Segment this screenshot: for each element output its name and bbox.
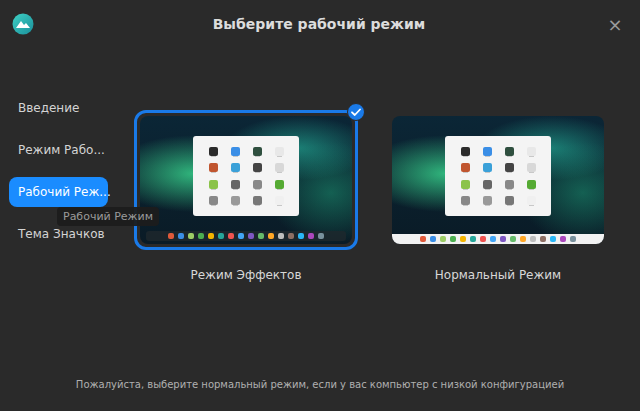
- dock-app-icon: [430, 236, 436, 242]
- app-icon: [505, 163, 514, 172]
- sidebar: Введение Режим Рабо... Рабочий Реж...Рабоч…: [0, 48, 120, 379]
- footer-hint: Пожалуйста, выберите нормальный режим, е…: [0, 379, 640, 411]
- app-icon: [527, 196, 536, 205]
- dock-app-icon: [420, 236, 426, 242]
- taskbar: [392, 234, 604, 244]
- dock-app-icon: [178, 233, 184, 239]
- mode-option[interactable]: Режим Эффектов: [134, 110, 358, 379]
- sidebar-item[interactable]: Введение: [9, 93, 108, 123]
- app-icon: [461, 196, 470, 205]
- dock-app-icon: [258, 233, 264, 239]
- sidebar-item[interactable]: Режим Рабо...: [9, 135, 108, 165]
- desktop-preview: [140, 116, 352, 244]
- dock-app-icon: [228, 233, 234, 239]
- app-icon: [527, 147, 536, 156]
- mode-card[interactable]: [134, 110, 358, 250]
- app-icon: [527, 163, 536, 172]
- dock-app-icon: [298, 233, 304, 239]
- dialog-title: Выберите рабочий режим: [42, 16, 596, 32]
- app-icon: [461, 163, 470, 172]
- mode-options: Режим Эффектов Нормальный Режим: [120, 48, 640, 379]
- sidebar-item[interactable]: Рабочий Реж...Рабочий Режим: [9, 177, 108, 207]
- app-icon: [505, 180, 514, 189]
- deepin-logo-icon: [12, 13, 34, 35]
- dock-app-icon: [470, 236, 476, 242]
- header: Выберите рабочий режим ×: [0, 0, 640, 48]
- dock-app-icon: [188, 233, 194, 239]
- launcher-window: [193, 136, 299, 216]
- app-icon: [231, 163, 240, 172]
- dock-app-icon: [550, 236, 556, 242]
- dock-app-icon: [520, 236, 526, 242]
- tooltip: Рабочий Режим: [57, 207, 159, 226]
- dock-app-icon: [510, 236, 516, 242]
- app-icon: [483, 147, 492, 156]
- app-icon: [505, 147, 514, 156]
- app-icon: [253, 163, 262, 172]
- app-icon: [483, 163, 492, 172]
- dock-app-icon: [570, 236, 576, 242]
- dock-app-icon: [198, 233, 204, 239]
- app-icon: [209, 147, 218, 156]
- app-icon: [253, 147, 262, 156]
- app-icon: [253, 196, 262, 205]
- checkmark-icon: [347, 103, 365, 121]
- taskbar: [146, 231, 345, 241]
- dock-app-icon: [288, 233, 294, 239]
- app-icon: [483, 196, 492, 205]
- app-icon: [275, 196, 284, 205]
- app-icon: [461, 147, 470, 156]
- app-icon: [527, 180, 536, 189]
- dock-app-icon: [218, 233, 224, 239]
- app-icon: [231, 180, 240, 189]
- mode-label: Нормальный Режим: [435, 268, 561, 282]
- dock-app-icon: [278, 233, 284, 239]
- app-icon: [209, 196, 218, 205]
- mode-card[interactable]: [386, 110, 610, 250]
- dock-app-icon: [450, 236, 456, 242]
- app-icon: [461, 180, 470, 189]
- dock-app-icon: [560, 236, 566, 242]
- dialog-body: Введение Режим Рабо... Рабочий Реж...Рабоч…: [0, 48, 640, 379]
- dock-app-icon: [268, 233, 274, 239]
- dock-app-icon: [208, 233, 214, 239]
- dock-app-icon: [440, 236, 446, 242]
- app-icon: [483, 180, 492, 189]
- dock-app-icon: [530, 236, 536, 242]
- app-icon: [231, 147, 240, 156]
- dock-app-icon: [490, 236, 496, 242]
- app-icon: [253, 180, 262, 189]
- dock-app-icon: [238, 233, 244, 239]
- dock-app-icon: [248, 233, 254, 239]
- app-icon: [275, 180, 284, 189]
- mode-option[interactable]: Нормальный Режим: [386, 110, 610, 379]
- app-icon: [505, 196, 514, 205]
- dock-app-icon: [460, 236, 466, 242]
- dock-app-icon: [308, 233, 314, 239]
- launcher-window: [445, 136, 551, 216]
- desktop-preview: [392, 116, 604, 244]
- dialog-window: Выберите рабочий режим × Введение Режим Раб…: [0, 0, 640, 411]
- app-icon: [275, 163, 284, 172]
- app-icon: [275, 147, 284, 156]
- app-icon: [209, 180, 218, 189]
- dock-app-icon: [168, 233, 174, 239]
- app-icon: [209, 163, 218, 172]
- dock-app-icon: [318, 233, 324, 239]
- close-button[interactable]: ×: [604, 14, 626, 35]
- mode-label: Режим Эффектов: [190, 268, 301, 282]
- dock-app-icon: [500, 236, 506, 242]
- dock-app-icon: [480, 236, 486, 242]
- app-icon: [231, 196, 240, 205]
- dock-app-icon: [540, 236, 546, 242]
